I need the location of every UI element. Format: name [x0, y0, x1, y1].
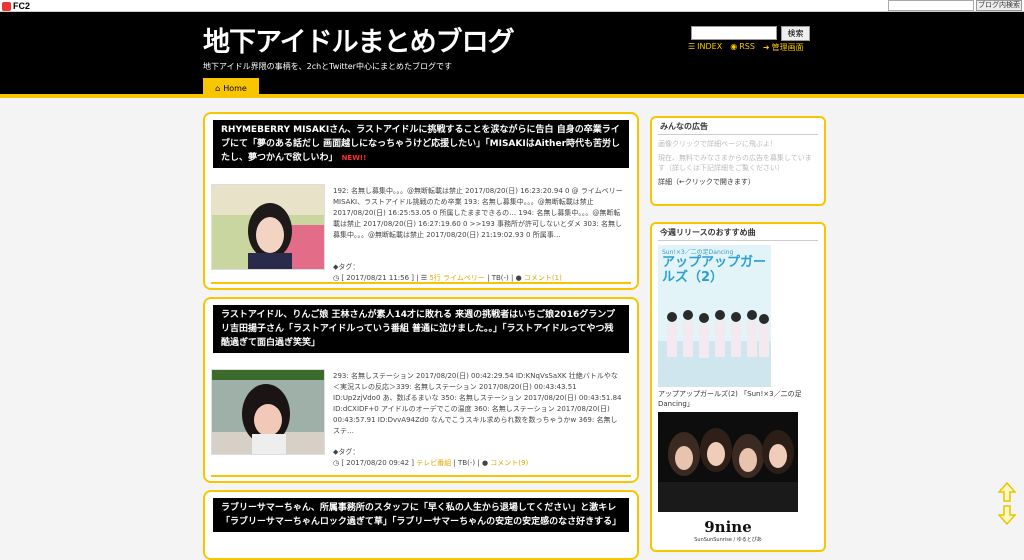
post-title-text: RHYMEBERRY MISAKIさん、ラストアイドルに挑戦することを涙ながらに…	[221, 125, 621, 163]
post-card: RHYMEBERRY MISAKIさん、ラストアイドルに挑戦することを涙ながらに…	[203, 112, 639, 290]
index-link-label: INDEX	[697, 42, 723, 51]
post-title[interactable]: RHYMEBERRY MISAKIさん、ラストアイドルに挑戦することを涙ながらに…	[213, 120, 629, 168]
thumbnail-image	[212, 185, 324, 269]
post-divider	[211, 282, 631, 284]
post-tags: ◆タグ：	[333, 447, 359, 458]
home-icon: ⌂	[215, 83, 221, 93]
nav-bar: ⌂ Home	[0, 78, 1024, 98]
post-thumbnail[interactable]	[211, 369, 325, 455]
fc2-search-button[interactable]: ブログ内検索	[976, 0, 1022, 11]
ad-detail-link[interactable]: 詳細（←クリックで開きます）	[658, 177, 818, 187]
comment-link[interactable]: コメント(9)	[490, 459, 528, 467]
scroll-up-icon[interactable]	[997, 481, 1017, 502]
admin-link[interactable]: ➜ 管理画面	[763, 42, 804, 53]
tab-home-label: Home	[223, 83, 247, 93]
ad-widget: みんなの広告 画像クリックで詳細ページに飛ぶよ！ 現在、無料でみなさまからの広告…	[650, 116, 826, 206]
post-tags: ◆タグ：	[333, 262, 359, 273]
site-description: 地下アイドル界隈の事柄を、2chとTwitter中心にまとめたブログです	[203, 62, 452, 71]
cd-cover-2-image	[658, 412, 798, 512]
fc2-search-input[interactable]	[888, 0, 974, 11]
fc2-logo-text: FC2	[13, 1, 31, 11]
cd-cover-2[interactable]	[658, 412, 798, 512]
post-date: [ 2017/08/20 09:42 ]	[341, 459, 414, 467]
fc2-logo-icon	[2, 1, 11, 11]
category-icon: ☰	[420, 274, 428, 282]
rss-link-label: RSS	[739, 42, 755, 51]
cd-1-title-art: アップアップガールズ（2）	[662, 255, 767, 285]
header-links: ☰ INDEX ◉ RSS ➜ 管理画面	[688, 42, 804, 53]
comment-icon: ●	[481, 459, 489, 467]
release-widget-title: 今週リリースのおすすめ曲	[658, 227, 818, 241]
trackback-link[interactable]: TB(-)	[458, 459, 475, 467]
cd-2-logo: 9nine	[704, 518, 752, 536]
site-title[interactable]: 地下アイドルまとめブログ	[203, 20, 515, 59]
post-body: 192: 名無し募集中。。。@無断転載は禁止 2017/08/20(日) 16:…	[205, 184, 637, 282]
cd-2-subtitle: SunSunSunrise / ゆるとぴあ	[694, 537, 762, 543]
admin-link-label: 管理画面	[771, 43, 804, 52]
post-title[interactable]: ラストアイドル、りんご娘 王林さんが素人14才に敗れる 来週の挑戦者はいちご娘2…	[213, 305, 629, 353]
list-icon: ☰	[688, 42, 696, 51]
thumbnail-image	[212, 370, 324, 454]
login-icon: ➜	[762, 43, 770, 52]
tab-home[interactable]: ⌂ Home	[203, 78, 259, 98]
post-title-text: ラストアイドル、りんご娘 王林さんが素人14才に敗れる 来週の挑戦者はいちご娘2…	[221, 310, 615, 348]
post-card: ラブリーサマーちゃん、所属事務所のスタッフに「早く私の人生から退場してください」…	[203, 490, 639, 560]
post-excerpt: 293: 名無しステーション 2017/08/20(日) 00:42:29.54…	[333, 372, 622, 435]
clock-icon: ◷	[333, 459, 340, 467]
rss-link[interactable]: ◉ RSS	[730, 42, 755, 53]
fc2-logo[interactable]: FC2	[2, 0, 30, 12]
fc2-toolbar: FC2 ブログ内検索	[0, 0, 1024, 12]
search-input[interactable]	[691, 26, 777, 40]
post-title[interactable]: ラブリーサマーちゃん、所属事務所のスタッフに「早く私の人生から退場してください」…	[213, 498, 629, 532]
post-card: ラストアイドル、りんご娘 王林さんが素人14才に敗れる 来週の挑戦者はいちご娘2…	[203, 297, 639, 483]
ad-line-1[interactable]: 画像クリックで詳細ページに飛ぶよ！	[658, 139, 818, 149]
post-body: 293: 名無しステーション 2017/08/20(日) 00:42:29.54…	[205, 369, 637, 473]
post-thumbnail[interactable]	[211, 184, 325, 270]
post-date: [ 2017/08/21 11:56 ]	[341, 274, 414, 282]
new-badge: NEW!!	[341, 154, 367, 162]
scroll-down-icon[interactable]	[997, 505, 1017, 526]
comment-link[interactable]: コメント(1)	[524, 274, 562, 282]
rss-icon: ◉	[730, 42, 738, 51]
post-category-link[interactable]: テレビ番組	[416, 459, 451, 467]
post-excerpt: 192: 名無し募集中。。。@無断転載は禁止 2017/08/20(日) 16:…	[333, 187, 623, 239]
trackback-link[interactable]: TB(-)	[492, 274, 509, 282]
tag-label: タグ：	[338, 263, 360, 271]
comment-icon: ●	[515, 274, 522, 282]
cd-1-caption[interactable]: アップアップガールズ(2) 「Sun!×3／二の足Dancing」	[658, 389, 808, 409]
clock-icon: ◷	[333, 274, 340, 282]
search-button[interactable]: 検索	[781, 26, 810, 41]
post-category-link[interactable]: 5行 ライムベリー	[429, 274, 485, 282]
post-title-text: ラブリーサマーちゃん、所属事務所のスタッフに「早く私の人生から退場してください」…	[221, 503, 622, 527]
ad-line-2: 現在、無料でみなさまからの広告を募集しています（詳しくは下記詳細をご覧ください）	[658, 154, 812, 172]
release-widget: 今週リリースのおすすめ曲 アップアップガールズ（2） Sun!×3／二の足Dan…	[650, 222, 826, 552]
cd-cover-1[interactable]: アップアップガールズ（2） Sun!×3／二の足Dancing	[658, 245, 771, 387]
post-divider	[211, 475, 631, 477]
index-link[interactable]: ☰ INDEX	[688, 42, 722, 53]
post-meta-line: ◷ [ 2017/08/20 09:42 ] テレビ番組 | TB(-) | ●…	[333, 459, 529, 467]
tag-label: タグ：	[338, 448, 360, 456]
cd-1-subtitle-art: Sun!×3／二の足Dancing	[662, 249, 734, 256]
ad-widget-title: みんなの広告	[658, 121, 818, 135]
